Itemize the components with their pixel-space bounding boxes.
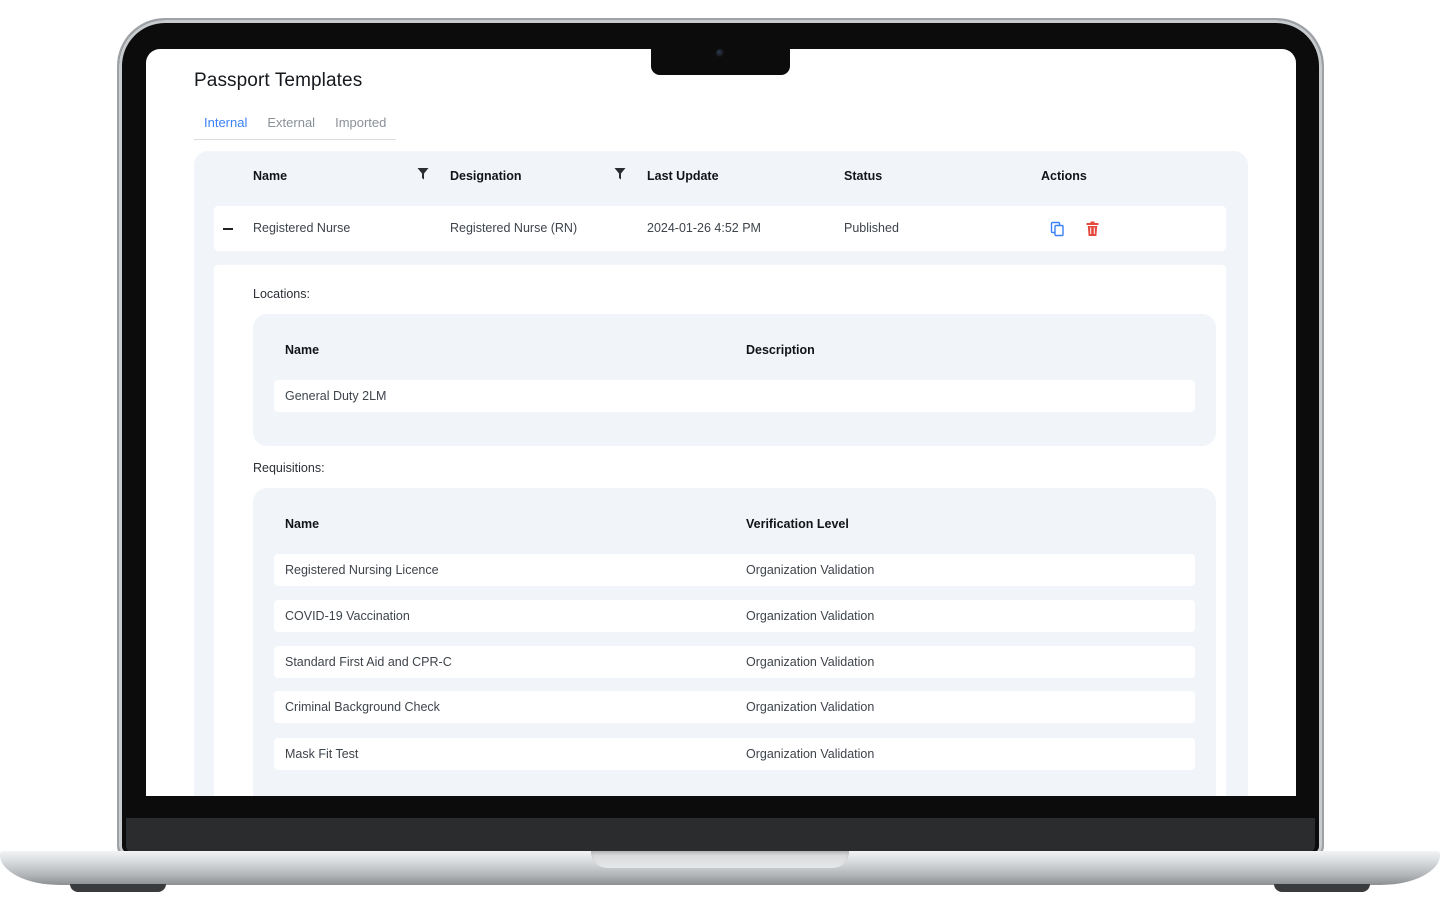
table-row: Registered Nursing Licence Organization … (274, 554, 1195, 586)
column-header-actions: Actions (1041, 169, 1087, 183)
camera-notch (651, 44, 790, 75)
table-row: Mask Fit Test Organization Validation (274, 738, 1195, 770)
laptop-opening-notch (591, 851, 849, 868)
table-row: Registered Nurse Registered Nurse (RN) 2… (214, 206, 1226, 251)
locations-column-description: Description (746, 343, 815, 357)
table-row: COVID-19 Vaccination Organization Valida… (274, 600, 1195, 632)
requisitions-label: Requisitions: (253, 461, 325, 475)
copy-icon[interactable] (1050, 221, 1065, 237)
minus-icon (223, 228, 233, 230)
table-header: Name Designation Last Update Status Acti… (194, 151, 1248, 199)
requisitions-column-name: Name (285, 517, 320, 531)
templates-table: Name Designation Last Update Status Acti… (194, 151, 1248, 796)
row-details: Locations: Name Description General Duty… (214, 265, 1226, 796)
requisitions-table: Name Verification Level Registered Nursi… (253, 488, 1216, 796)
laptop-chin (126, 818, 1315, 852)
requisition-name: Mask Fit Test (285, 747, 359, 761)
row-name: Registered Nurse (253, 221, 351, 235)
table-row: Criminal Background Check Organization V… (274, 691, 1195, 723)
requisition-name: Criminal Background Check (285, 700, 440, 714)
page-title: Passport Templates (194, 70, 363, 91)
laptop-foot-right (1274, 884, 1370, 892)
requisition-verification-level: Organization Validation (746, 747, 875, 761)
row-status: Published (844, 221, 899, 235)
table-row: General Duty 2LM (274, 380, 1195, 412)
camera-icon (716, 49, 724, 57)
collapse-row-button[interactable] (218, 219, 238, 239)
tab-imported[interactable]: Imported (325, 113, 396, 139)
column-header-name[interactable]: Name (253, 169, 287, 183)
column-header-last-update[interactable]: Last Update (647, 169, 719, 183)
filter-icon[interactable] (417, 167, 429, 181)
filter-icon[interactable] (614, 167, 626, 181)
requisition-verification-level: Organization Validation (746, 609, 875, 623)
locations-column-name: Name (285, 343, 320, 357)
column-header-designation[interactable]: Designation (450, 169, 522, 183)
requisition-name: COVID-19 Vaccination (285, 609, 410, 623)
requisition-verification-level: Organization Validation (746, 563, 875, 577)
column-header-status[interactable]: Status (844, 169, 882, 183)
laptop-foot-left (70, 884, 166, 892)
locations-label: Locations: (253, 287, 310, 301)
table-row: Standard First Aid and CPR-C Organizatio… (274, 646, 1195, 678)
location-name: General Duty 2LM (285, 389, 387, 403)
locations-table: Name Description General Duty 2LM (253, 314, 1216, 446)
trash-icon[interactable] (1085, 221, 1100, 237)
row-designation: Registered Nurse (RN) (450, 221, 578, 235)
tab-bar: Internal External Imported (194, 113, 397, 140)
requisition-name: Standard First Aid and CPR-C (285, 655, 452, 669)
requisition-verification-level: Organization Validation (746, 655, 875, 669)
tab-internal[interactable]: Internal (194, 113, 257, 139)
row-last-update: 2024-01-26 4:52 PM (647, 221, 761, 235)
tab-external[interactable]: External (257, 113, 325, 139)
requisitions-column-verification-level: Verification Level (746, 517, 849, 531)
requisition-verification-level: Organization Validation (746, 700, 875, 714)
app-screen: Passport Templates Internal External Imp… (146, 49, 1296, 796)
requisition-name: Registered Nursing Licence (285, 563, 439, 577)
